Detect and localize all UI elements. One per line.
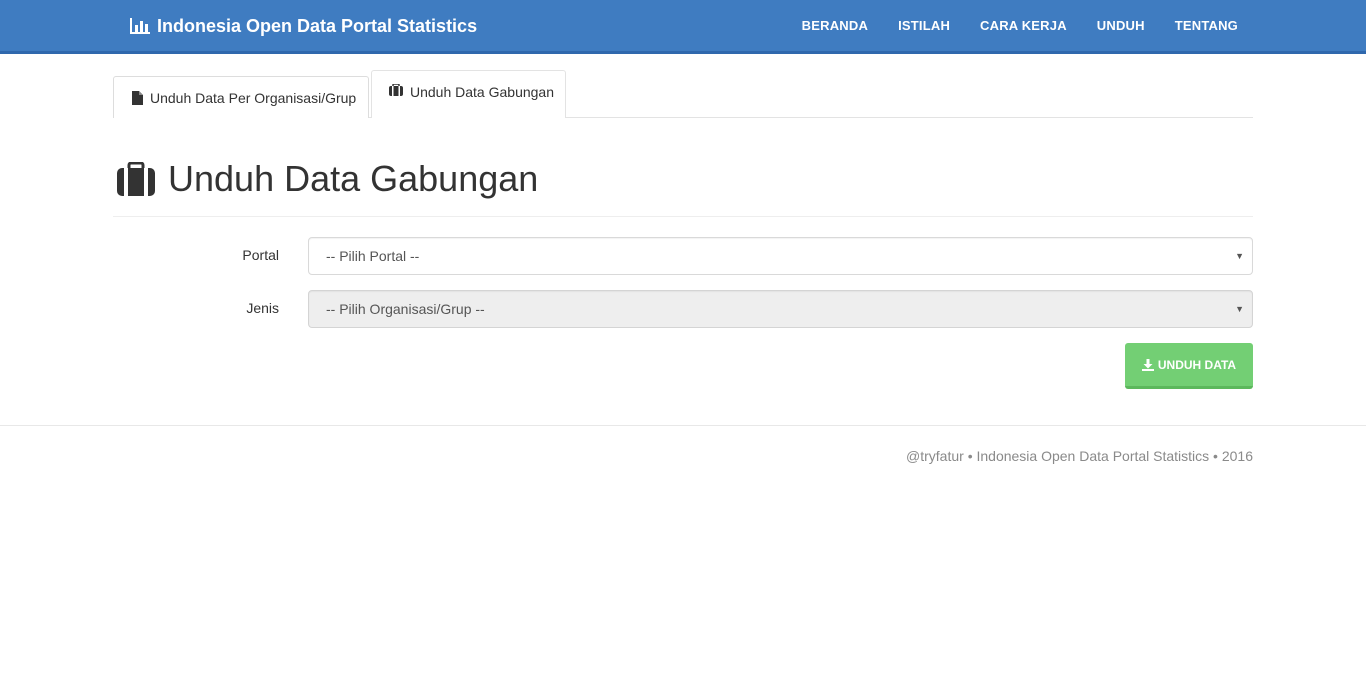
file-icon xyxy=(132,90,143,105)
footer-text: @tryfatur • Indonesia Open Data Portal S… xyxy=(906,448,1253,464)
briefcase-icon xyxy=(117,162,155,196)
nav-cara-kerja[interactable]: CARA KERJA xyxy=(980,18,1067,33)
caret-down-icon: ▼ xyxy=(1235,251,1244,261)
portal-select[interactable]: -- Pilih Portal -- ▼ xyxy=(308,237,1253,275)
navbar: Indonesia Open Data Portal Statistics BE… xyxy=(0,0,1366,54)
download-icon xyxy=(1141,358,1154,371)
jenis-select-value: -- Pilih Organisasi/Grup -- xyxy=(326,301,485,317)
portal-select-value: -- Pilih Portal -- xyxy=(326,248,420,264)
briefcase-icon xyxy=(389,84,403,96)
main-nav: BERANDA ISTILAH CARA KERJA UNDUH TENTANG xyxy=(802,0,1238,51)
tab-gabungan[interactable]: Unduh Data Gabungan xyxy=(371,70,566,118)
caret-down-icon: ▼ xyxy=(1235,304,1244,314)
jenis-select[interactable]: -- Pilih Organisasi/Grup -- ▼ xyxy=(308,290,1253,328)
bar-chart-icon xyxy=(130,18,150,34)
portal-label: Portal xyxy=(242,247,279,263)
page-title-text: Unduh Data Gabungan xyxy=(168,158,539,199)
tab-label: Unduh Data Gabungan xyxy=(410,84,554,100)
brand-link[interactable]: Indonesia Open Data Portal Statistics xyxy=(129,14,477,38)
page-title: Unduh Data Gabungan xyxy=(117,156,538,202)
nav-tentang[interactable]: TENTANG xyxy=(1175,18,1238,33)
footer-divider xyxy=(0,425,1366,426)
unduh-data-button[interactable]: UNDUH DATA xyxy=(1125,343,1253,389)
divider xyxy=(113,216,1253,217)
unduh-data-label: UNDUH DATA xyxy=(1157,357,1237,372)
brand-title: Indonesia Open Data Portal Statistics xyxy=(157,15,478,36)
nav-istilah[interactable]: ISTILAH xyxy=(898,18,950,33)
tab-per-organisasi[interactable]: Unduh Data Per Organisasi/Grup xyxy=(113,76,369,118)
nav-unduh[interactable]: UNDUH xyxy=(1097,18,1145,33)
jenis-label: Jenis xyxy=(246,300,279,316)
tab-label: Unduh Data Per Organisasi/Grup xyxy=(150,89,357,106)
nav-beranda[interactable]: BERANDA xyxy=(802,18,868,33)
tab-bar: Unduh Data Per Organisasi/Grup Unduh Dat… xyxy=(113,70,1253,118)
